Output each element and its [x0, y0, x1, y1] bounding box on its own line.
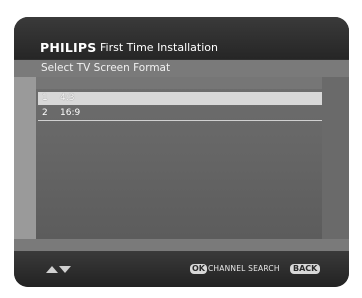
list-item-number: 2: [42, 108, 48, 118]
brand-logo: PHILIPS: [40, 40, 97, 55]
menu-body: 1 4:3 2 16:9: [14, 77, 349, 239]
up-down-arrows-icon: [46, 266, 71, 273]
footer-bar: OK CHANNEL SEARCH BACK: [14, 251, 349, 287]
list-item-label: 16:9: [60, 108, 81, 118]
list-item-16-9[interactable]: 2 16:9: [38, 107, 322, 121]
menu-subtitle: Select TV Screen Format: [41, 62, 171, 74]
left-margin: [14, 77, 36, 239]
ok-key[interactable]: OK: [190, 264, 207, 274]
subtitle-bar: Select TV Screen Format: [14, 60, 349, 77]
channel-search-label: CHANNEL SEARCH: [208, 264, 280, 273]
list-item-4-3[interactable]: 1 4:3: [38, 92, 322, 105]
list-item-label: 4:3: [60, 93, 75, 103]
page-title: First Time Installation: [100, 41, 218, 54]
tv-screen: PHILIPS First Time Installation Select T…: [14, 17, 349, 287]
back-key[interactable]: BACK: [290, 264, 321, 274]
format-list: 1 4:3 2 16:9: [36, 77, 322, 239]
list-top-strip: [36, 77, 322, 89]
footer-divider: [14, 239, 349, 251]
right-margin: [322, 77, 349, 239]
list-item-number: 1: [42, 93, 48, 103]
header-bar: PHILIPS First Time Installation: [14, 17, 349, 59]
